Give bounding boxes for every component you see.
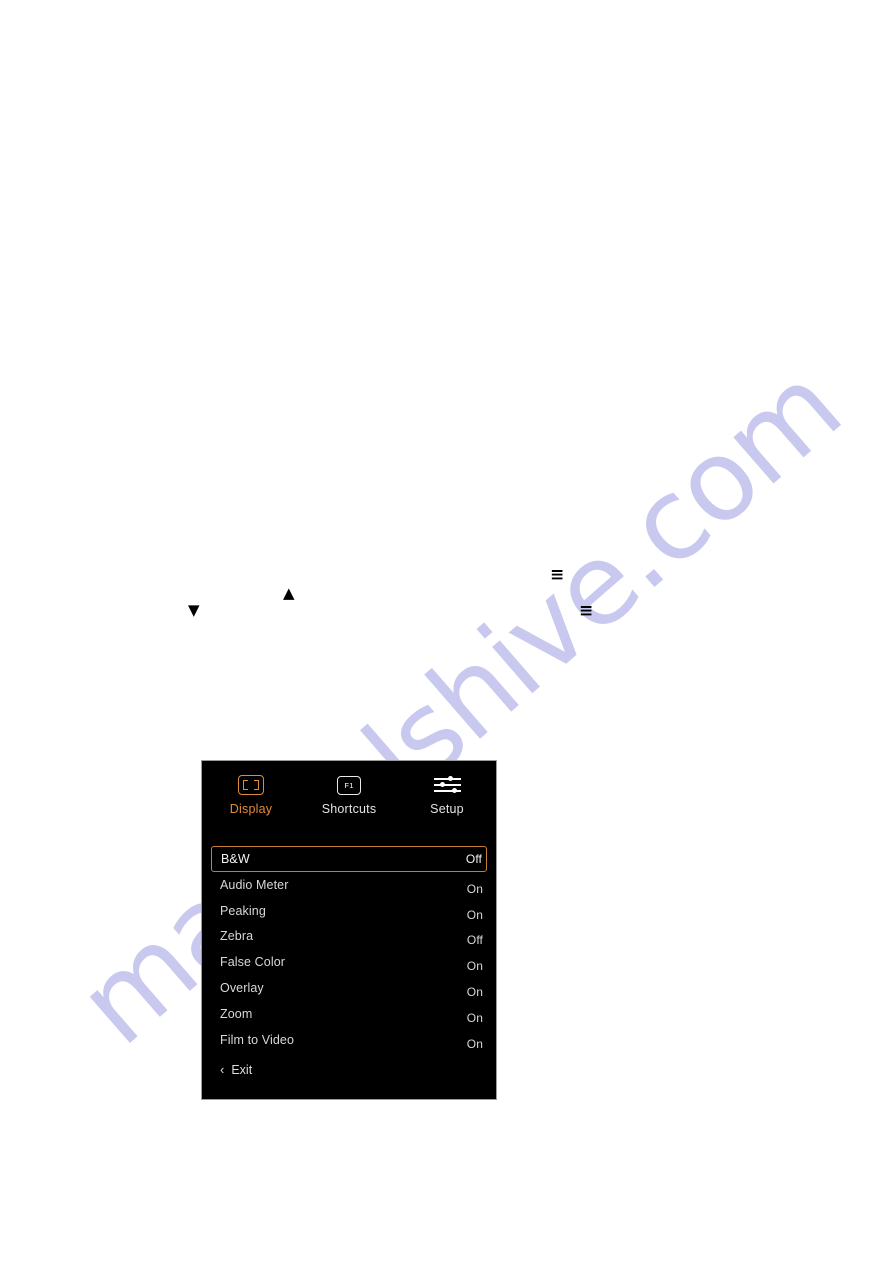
exit-label: Exit — [231, 1062, 253, 1077]
tab-bar: Display F1 Shortcuts Setup — [202, 761, 496, 839]
menu-row-value: On — [466, 1036, 483, 1051]
f1-key-icon: F1 — [337, 774, 361, 796]
menu-row-zebra[interactable]: Zebra Off — [202, 924, 496, 950]
triangle-up-icon: ▲ — [283, 584, 295, 602]
menu-row-label: Overlay — [220, 981, 264, 996]
menu-row-label: Zoom — [220, 1006, 253, 1021]
exit-button[interactable]: ‹ Exit — [202, 1053, 496, 1077]
framing-icon — [238, 774, 264, 796]
menu-row-peaking[interactable]: Peaking On — [202, 898, 496, 924]
sliders-icon — [433, 774, 461, 796]
chevron-left-icon: ‹ — [220, 1062, 225, 1078]
f1-key-label: F1 — [344, 780, 354, 790]
menu-row-audio-meter[interactable]: Audio Meter On — [202, 872, 496, 898]
menu-row-label: Zebra — [220, 929, 254, 944]
menu-row-label: Film to Video — [220, 1032, 295, 1047]
menu-row-value: On — [466, 881, 483, 896]
manual-page: manualshive.com ▼ ▲ ≡ ≡ Display F1 Short… — [0, 0, 893, 1263]
menu-row-false-color[interactable]: False Color On — [202, 949, 496, 975]
menu-row-label: Audio Meter — [220, 877, 289, 892]
menu-row-label: Peaking — [220, 903, 266, 918]
tab-setup[interactable]: Setup — [398, 774, 496, 816]
menu-row-value: On — [466, 959, 483, 974]
menu-row-value: Off — [465, 852, 482, 866]
menu-row-zoom[interactable]: Zoom On — [202, 1001, 496, 1027]
menu-row-value: Off — [466, 933, 483, 948]
tab-shortcuts[interactable]: F1 Shortcuts — [300, 774, 398, 816]
tab-display[interactable]: Display — [202, 774, 300, 816]
menu-row-label: False Color — [220, 955, 286, 970]
menu-row-overlay[interactable]: Overlay On — [202, 975, 496, 1001]
hamburger-menu-icon: ≡ — [550, 565, 565, 585]
tab-setup-label: Setup — [430, 802, 464, 816]
hamburger-menu-icon: ≡ — [579, 601, 594, 621]
menu-row-value: On — [466, 907, 483, 922]
menu-row-value: On — [466, 985, 483, 1000]
triangle-down-icon: ▼ — [188, 601, 200, 619]
menu-list: B&W Off Audio Meter On Peaking On Zebra … — [202, 839, 496, 1053]
menu-row-label: B&W — [221, 852, 250, 866]
tab-shortcuts-label: Shortcuts — [321, 802, 377, 816]
menu-row-value: On — [466, 1010, 483, 1025]
tab-display-label: Display — [229, 802, 273, 816]
menu-row-bw[interactable]: B&W Off — [211, 846, 487, 872]
menu-row-film-to-video[interactable]: Film to Video On — [202, 1027, 496, 1053]
osd-panel: Display F1 Shortcuts Setup B&W Off Audio… — [201, 760, 497, 1100]
